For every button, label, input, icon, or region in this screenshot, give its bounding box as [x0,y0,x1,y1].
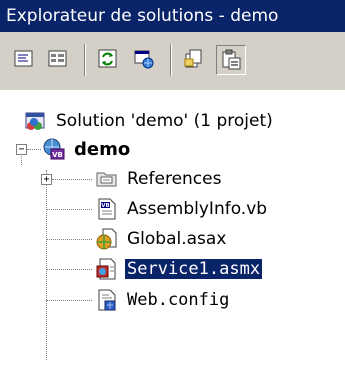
tree-line [46,269,92,270]
show-all-files-icon [184,49,202,68]
toolbar-separator [84,44,86,76]
tree-node-project[interactable]: VB demo [42,136,132,162]
solution-icon [24,109,48,133]
solution-label: Solution 'demo' (1 projet) [56,111,273,131]
tree-node-references[interactable]: References [95,166,223,192]
properties-icon [222,49,241,70]
copy-web-button[interactable] [130,45,160,75]
tree-node-global-asax[interactable]: Global.asax [95,226,228,252]
config-file-icon [95,288,119,312]
view-code-button[interactable] [10,45,40,75]
tree-line [27,149,41,150]
web-project-icon: VB [42,137,66,161]
refresh-button[interactable] [94,45,124,75]
toolbar-separator [170,44,172,76]
copy-web-icon [134,50,154,69]
service1-label: Service1.asmx [123,258,264,280]
solution-tree: Solution 'demo' (1 projet) − VB demo + R… [0,90,345,369]
references-folder-icon [95,167,119,191]
references-label: References [127,169,222,189]
web-config-label: Web.config [127,290,230,310]
web-service-icon [95,257,119,281]
tree-line [46,209,92,210]
tree-node-assemblyinfo[interactable]: VB AssemblyInfo.vb [95,196,269,222]
project-expander[interactable]: − [16,144,27,155]
global-asax-label: Global.asax [127,229,227,249]
view-code-icon [14,50,33,67]
view-designer-icon [48,50,67,67]
tree-node-service1[interactable]: Service1.asmx [95,256,264,282]
show-all-files-button[interactable] [180,45,210,75]
refresh-icon [98,49,117,68]
properties-button[interactable] [216,45,246,75]
vb-file-icon: VB [95,197,119,221]
window-title: Explorateur de solutions - demo [0,0,345,32]
tree-line [52,179,92,180]
toolbar [0,32,345,90]
tree-line [46,300,92,301]
assemblyinfo-label: AssemblyInfo.vb [127,199,268,219]
view-designer-button[interactable] [44,45,74,75]
tree-line [46,170,47,360]
tree-node-web-config[interactable]: Web.config [95,287,231,313]
global-asax-icon [95,227,119,251]
references-expander[interactable]: + [41,174,52,185]
tree-node-solution[interactable]: Solution 'demo' (1 projet) [24,108,275,134]
project-label: demo [74,138,131,160]
svg-text:VB: VB [52,151,63,159]
tree-line [46,239,92,240]
svg-text:VB: VB [101,203,109,209]
